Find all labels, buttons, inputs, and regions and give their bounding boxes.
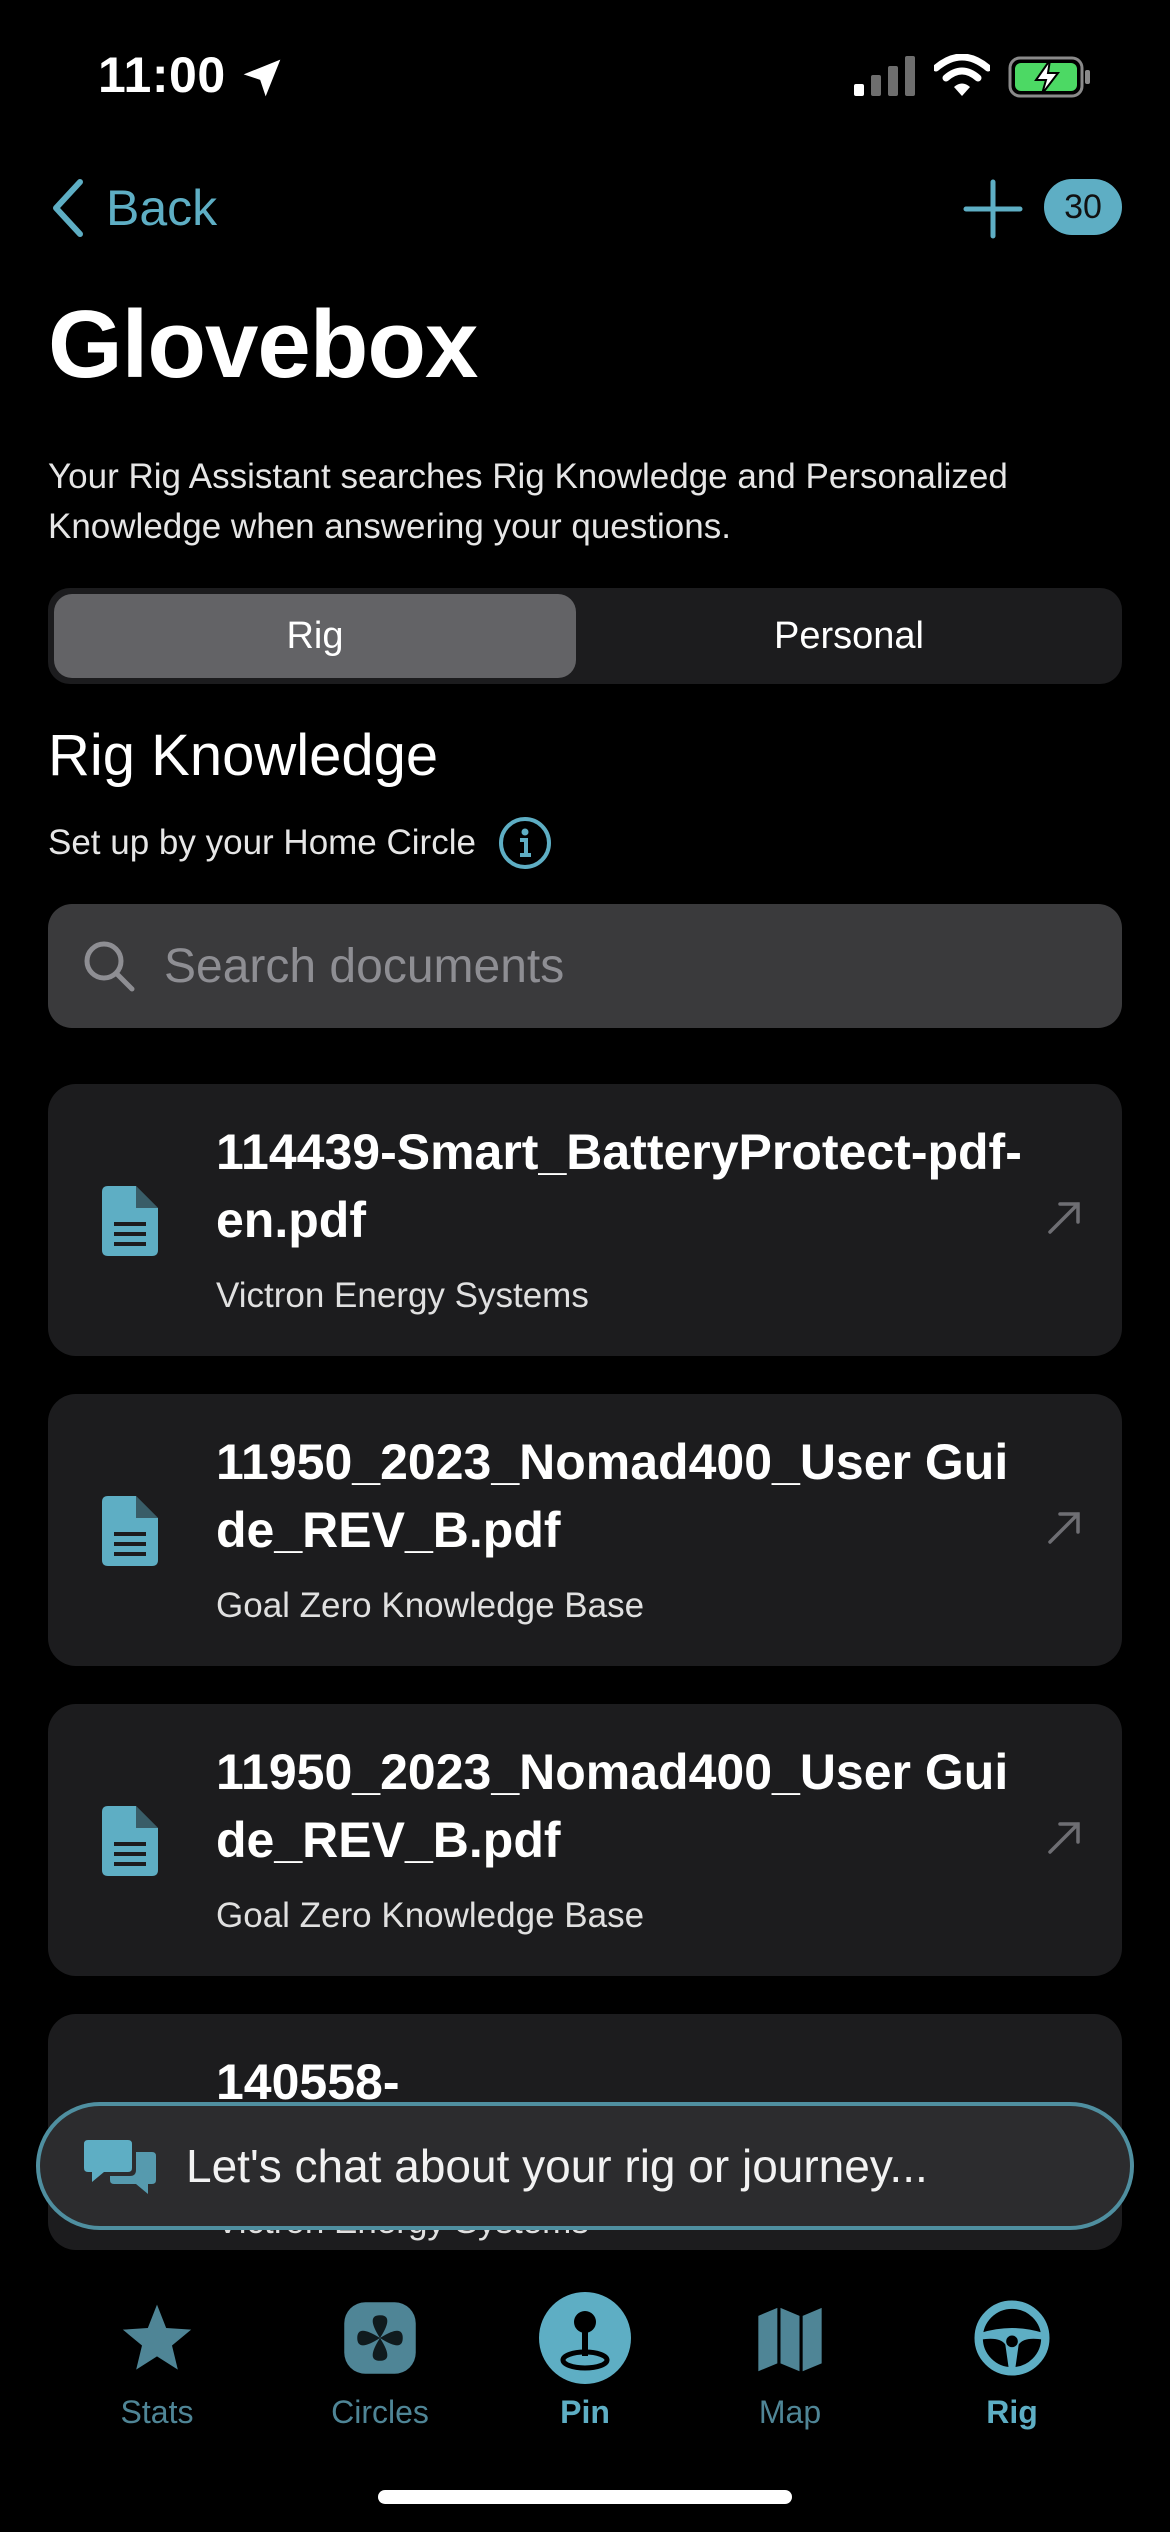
tab-rig[interactable]: Rig [912,2290,1112,2431]
section-subtitle: Set up by your Home Circle [48,823,476,862]
tab-stats[interactable]: Stats [57,2290,257,2431]
open-external-icon[interactable] [1046,1820,1082,1856]
add-document-button[interactable] [962,178,1024,240]
open-external-icon[interactable] [1046,1510,1082,1546]
document-title: 114439-Smart_BatteryProtect-pdf-en.pdf [216,1124,1022,1248]
segment-personal[interactable]: Personal [588,594,1110,678]
document-source: Goal Zero Knowledge Base [216,1586,645,1625]
tab-map[interactable]: Map [690,2290,890,2431]
map-icon [742,2290,838,2386]
search-icon [84,941,135,992]
status-bar: 11:00 [0,0,1170,150]
tab-label: Pin [560,2394,610,2430]
document-card[interactable]: 114439-Smart_BatteryProtect-pdf-en.pdf V… [48,1084,1122,1356]
document-icon [102,1186,158,1256]
section-title: Rig Knowledge [48,723,439,788]
document-icon [102,1806,158,1876]
document-title: 11950_2023_Nomad400_User Guide_REV_B.pdf [216,1434,1009,1558]
tab-circles[interactable]: Circles [280,2290,480,2431]
home-indicator [378,2490,792,2504]
chat-bubbles-icon [84,2140,156,2194]
location-arrow-icon [243,59,281,97]
chat-placeholder: Let's chat about your rig or journey... [186,2140,928,2192]
document-card[interactable]: 11950_2023_Nomad400_User Guide_REV_B.pdf… [48,1394,1122,1666]
document-card[interactable]: 11950_2023_Nomad400_User Guide_REV_B.pdf… [48,1704,1122,1976]
wifi-icon [934,54,990,96]
info-icon[interactable] [498,816,552,870]
joystick-icon [537,2290,633,2386]
search-input[interactable] [164,938,1064,994]
tab-label: Map [758,2394,822,2430]
document-source: Goal Zero Knowledge Base [216,1896,645,1935]
tab-label: Circles [331,2394,429,2430]
document-source: Victron Energy Systems [216,1276,589,1315]
document-icon [102,1496,158,1566]
steering-wheel-icon [964,2290,1060,2386]
document-title: 11950_2023_Nomad400_User Guide_REV_B.pdf [216,1744,1009,1868]
back-button[interactable]: Back [48,172,217,244]
page-description: Your Rig Assistant searches Rig Knowledg… [48,457,1008,546]
tab-label: Stats [120,2394,194,2430]
battery-charging-icon [1008,56,1090,98]
search-bar [48,904,1122,1028]
knowledge-segmented-control: Rig Personal [48,588,1122,684]
document-count-badge: 30 [1044,179,1122,235]
chat-input-bar[interactable]: Let's chat about your rig or journey... [36,2102,1134,2230]
segment-rig[interactable]: Rig [54,594,576,678]
chevron-left-icon [53,179,83,237]
open-external-icon[interactable] [1046,1200,1082,1236]
tab-label: Rig [986,2394,1038,2430]
status-time: 11:00 [98,47,226,103]
cellular-signal-icon [854,56,915,96]
back-label: Back [106,180,218,236]
page-title: Glovebox [48,291,478,398]
tab-pin[interactable]: Pin [485,2290,685,2431]
star-icon [109,2290,205,2386]
section-subtitle-row: Set up by your Home Circle [48,816,552,870]
propeller-icon [332,2290,428,2386]
